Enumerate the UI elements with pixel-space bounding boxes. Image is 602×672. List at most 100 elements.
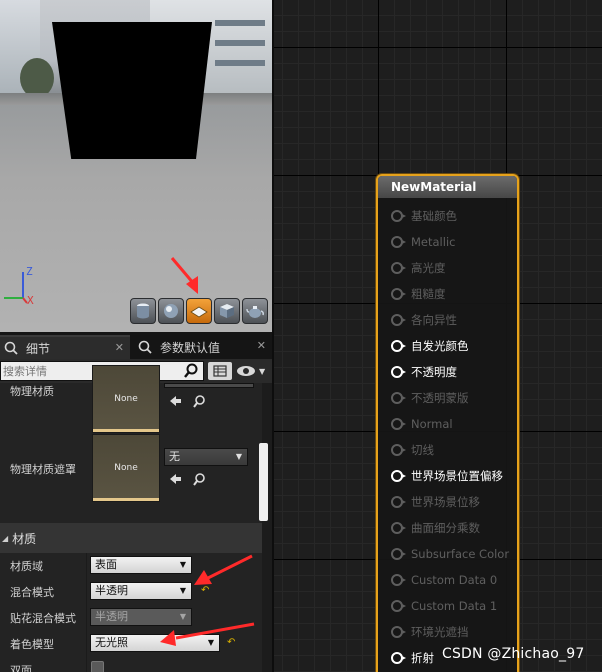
column-divider — [86, 553, 87, 672]
node-pin-label: 世界场景位移 — [411, 495, 480, 509]
scrollbar-track[interactable] — [262, 383, 272, 672]
axis-z-label: Z — [26, 265, 33, 278]
pin-connector-icon[interactable] — [391, 366, 406, 378]
node-pin[interactable]: 各向异性 — [391, 312, 457, 328]
material-domain-label: 材质域 — [10, 560, 43, 573]
pin-connector-icon[interactable] — [391, 652, 406, 664]
node-pin[interactable]: 世界场景位移 — [391, 494, 480, 510]
node-pin[interactable]: 粗糙度 — [391, 286, 446, 302]
teapot-icon — [246, 306, 264, 318]
annotation-arrow — [194, 554, 253, 585]
browse-button[interactable] — [190, 471, 208, 487]
tab-details-close-icon[interactable]: ✕ — [115, 341, 124, 354]
tab-details-label: 细节 — [26, 341, 51, 356]
pin-connector-icon[interactable] — [391, 496, 406, 508]
use-selected-arrow-button[interactable] — [166, 471, 184, 487]
node-pin[interactable]: 环境光遮挡 — [391, 624, 469, 640]
material-domain-combo[interactable]: 表面 ▼ — [90, 556, 192, 574]
node-pin-label: 不透明度 — [411, 365, 457, 379]
tab-parameter-defaults-label: 参数默认值 — [160, 340, 221, 355]
phys-mask-thumbnail[interactable]: None — [92, 434, 160, 502]
tab-parameter-defaults[interactable]: 参数默认值 ✕ — [134, 335, 272, 359]
tab-parameter-close-icon[interactable]: ✕ — [257, 339, 266, 352]
phys-mask-combo[interactable]: 无 ▼ — [164, 448, 248, 466]
node-pin[interactable]: 不透明蒙版 — [391, 390, 469, 406]
pin-connector-icon[interactable] — [391, 314, 406, 326]
eye-icon — [237, 366, 255, 376]
material-result-node[interactable]: NewMaterial 基础颜色 Metallic 高光度 粗糙度 各向异性 自发光颜色不… — [376, 174, 519, 672]
chevron-down-icon: ▼ — [179, 560, 186, 569]
node-pin[interactable]: 切线 — [391, 442, 434, 458]
cube-icon — [220, 304, 234, 318]
node-pin[interactable]: Custom Data 0 — [391, 572, 497, 588]
pin-connector-icon[interactable] — [391, 288, 406, 300]
phys-material-thumb-text: None — [114, 394, 138, 404]
pin-connector-icon[interactable] — [391, 626, 406, 638]
property-matrix-button[interactable] — [208, 362, 232, 380]
pin-connector-icon[interactable] — [391, 444, 406, 456]
node-pin[interactable]: Custom Data 1 — [391, 598, 497, 614]
building-window — [215, 20, 265, 26]
material-preview-viewport[interactable]: Z X — [0, 0, 272, 332]
pin-connector-icon[interactable] — [391, 262, 406, 274]
preview-mesh — [52, 22, 212, 159]
preview-cylinder-button[interactable] — [130, 298, 156, 324]
node-pin[interactable]: 折射 — [391, 650, 434, 666]
details-tab-icon — [4, 341, 18, 355]
view-options-button[interactable]: ▼ — [236, 363, 270, 379]
node-pin-label: 基础颜色 — [411, 209, 457, 223]
node-pin[interactable]: 基础颜色 — [391, 208, 457, 224]
phys-material-combo-clipped[interactable] — [164, 383, 254, 388]
node-pin[interactable]: 高光度 — [391, 260, 446, 276]
pin-connector-icon[interactable] — [391, 210, 406, 222]
pin-connector-icon[interactable] — [391, 236, 406, 248]
pin-connector-icon[interactable] — [391, 470, 406, 482]
phys-material-label: 物理材质 — [10, 385, 54, 398]
pin-connector-icon[interactable] — [391, 574, 406, 586]
node-pin-label: 粗糙度 — [411, 287, 446, 301]
preview-plane-button[interactable] — [186, 298, 212, 324]
pin-connector-icon[interactable] — [391, 600, 406, 612]
pin-connector-icon[interactable] — [391, 548, 406, 560]
material-section-header[interactable]: ◢ 材质 — [0, 523, 262, 553]
pin-connector-icon[interactable] — [391, 392, 406, 404]
axis-x-label: X — [27, 294, 34, 307]
blend-mode-combo[interactable]: 半透明 ▼ — [90, 582, 192, 600]
preview-teapot-button[interactable] — [242, 298, 268, 324]
node-pin[interactable]: Metallic — [391, 234, 455, 250]
node-pin-label: Normal — [411, 417, 453, 431]
tab-details[interactable]: 细节 ✕ — [0, 335, 130, 359]
chevron-down-icon: ▼ — [259, 366, 266, 376]
building-window — [215, 40, 265, 46]
two-sided-checkbox[interactable] — [91, 661, 104, 672]
browse-button[interactable] — [190, 393, 208, 409]
search-button[interactable] — [180, 362, 202, 380]
two-sided-label: 双面 — [10, 664, 32, 672]
phys-material-thumbnail[interactable]: None — [92, 365, 160, 433]
node-pin[interactable]: 自发光颜色 — [391, 338, 469, 354]
pin-connector-icon[interactable] — [391, 418, 406, 430]
pin-connector-icon[interactable] — [391, 340, 406, 352]
collapse-arrow-icon: ◢ — [2, 533, 9, 543]
chevron-down-icon: ▼ — [235, 452, 242, 461]
sphere-icon — [164, 304, 178, 318]
preview-cube-button[interactable] — [214, 298, 240, 324]
parameter-tab-icon — [138, 340, 152, 354]
scrollbar-thumb[interactable] — [259, 443, 268, 521]
node-pin[interactable]: 曲面细分乘数 — [391, 520, 480, 536]
node-pin[interactable]: Normal — [391, 416, 453, 432]
node-pin[interactable]: Subsurface Color — [391, 546, 509, 562]
preview-sphere-button[interactable] — [158, 298, 184, 324]
node-pin-label: 曲面细分乘数 — [411, 521, 480, 535]
blend-mode-label: 混合模式 — [10, 586, 54, 599]
details-panel: 细节 ✕ 参数默认值 ✕ ▼ 物理材质 None — [0, 332, 272, 672]
grid-icon — [213, 365, 227, 377]
node-pin[interactable]: 不透明度 — [391, 364, 457, 380]
details-tabbar: 细节 ✕ 参数默认值 ✕ — [0, 332, 272, 359]
use-selected-arrow-button[interactable] — [166, 393, 184, 409]
pin-connector-icon[interactable] — [391, 522, 406, 534]
node-pin-label: 各向异性 — [411, 313, 457, 327]
arrow-left-icon — [170, 474, 181, 484]
node-pin[interactable]: 世界场景位置偏移 — [391, 468, 503, 484]
cylinder-icon — [137, 303, 149, 319]
